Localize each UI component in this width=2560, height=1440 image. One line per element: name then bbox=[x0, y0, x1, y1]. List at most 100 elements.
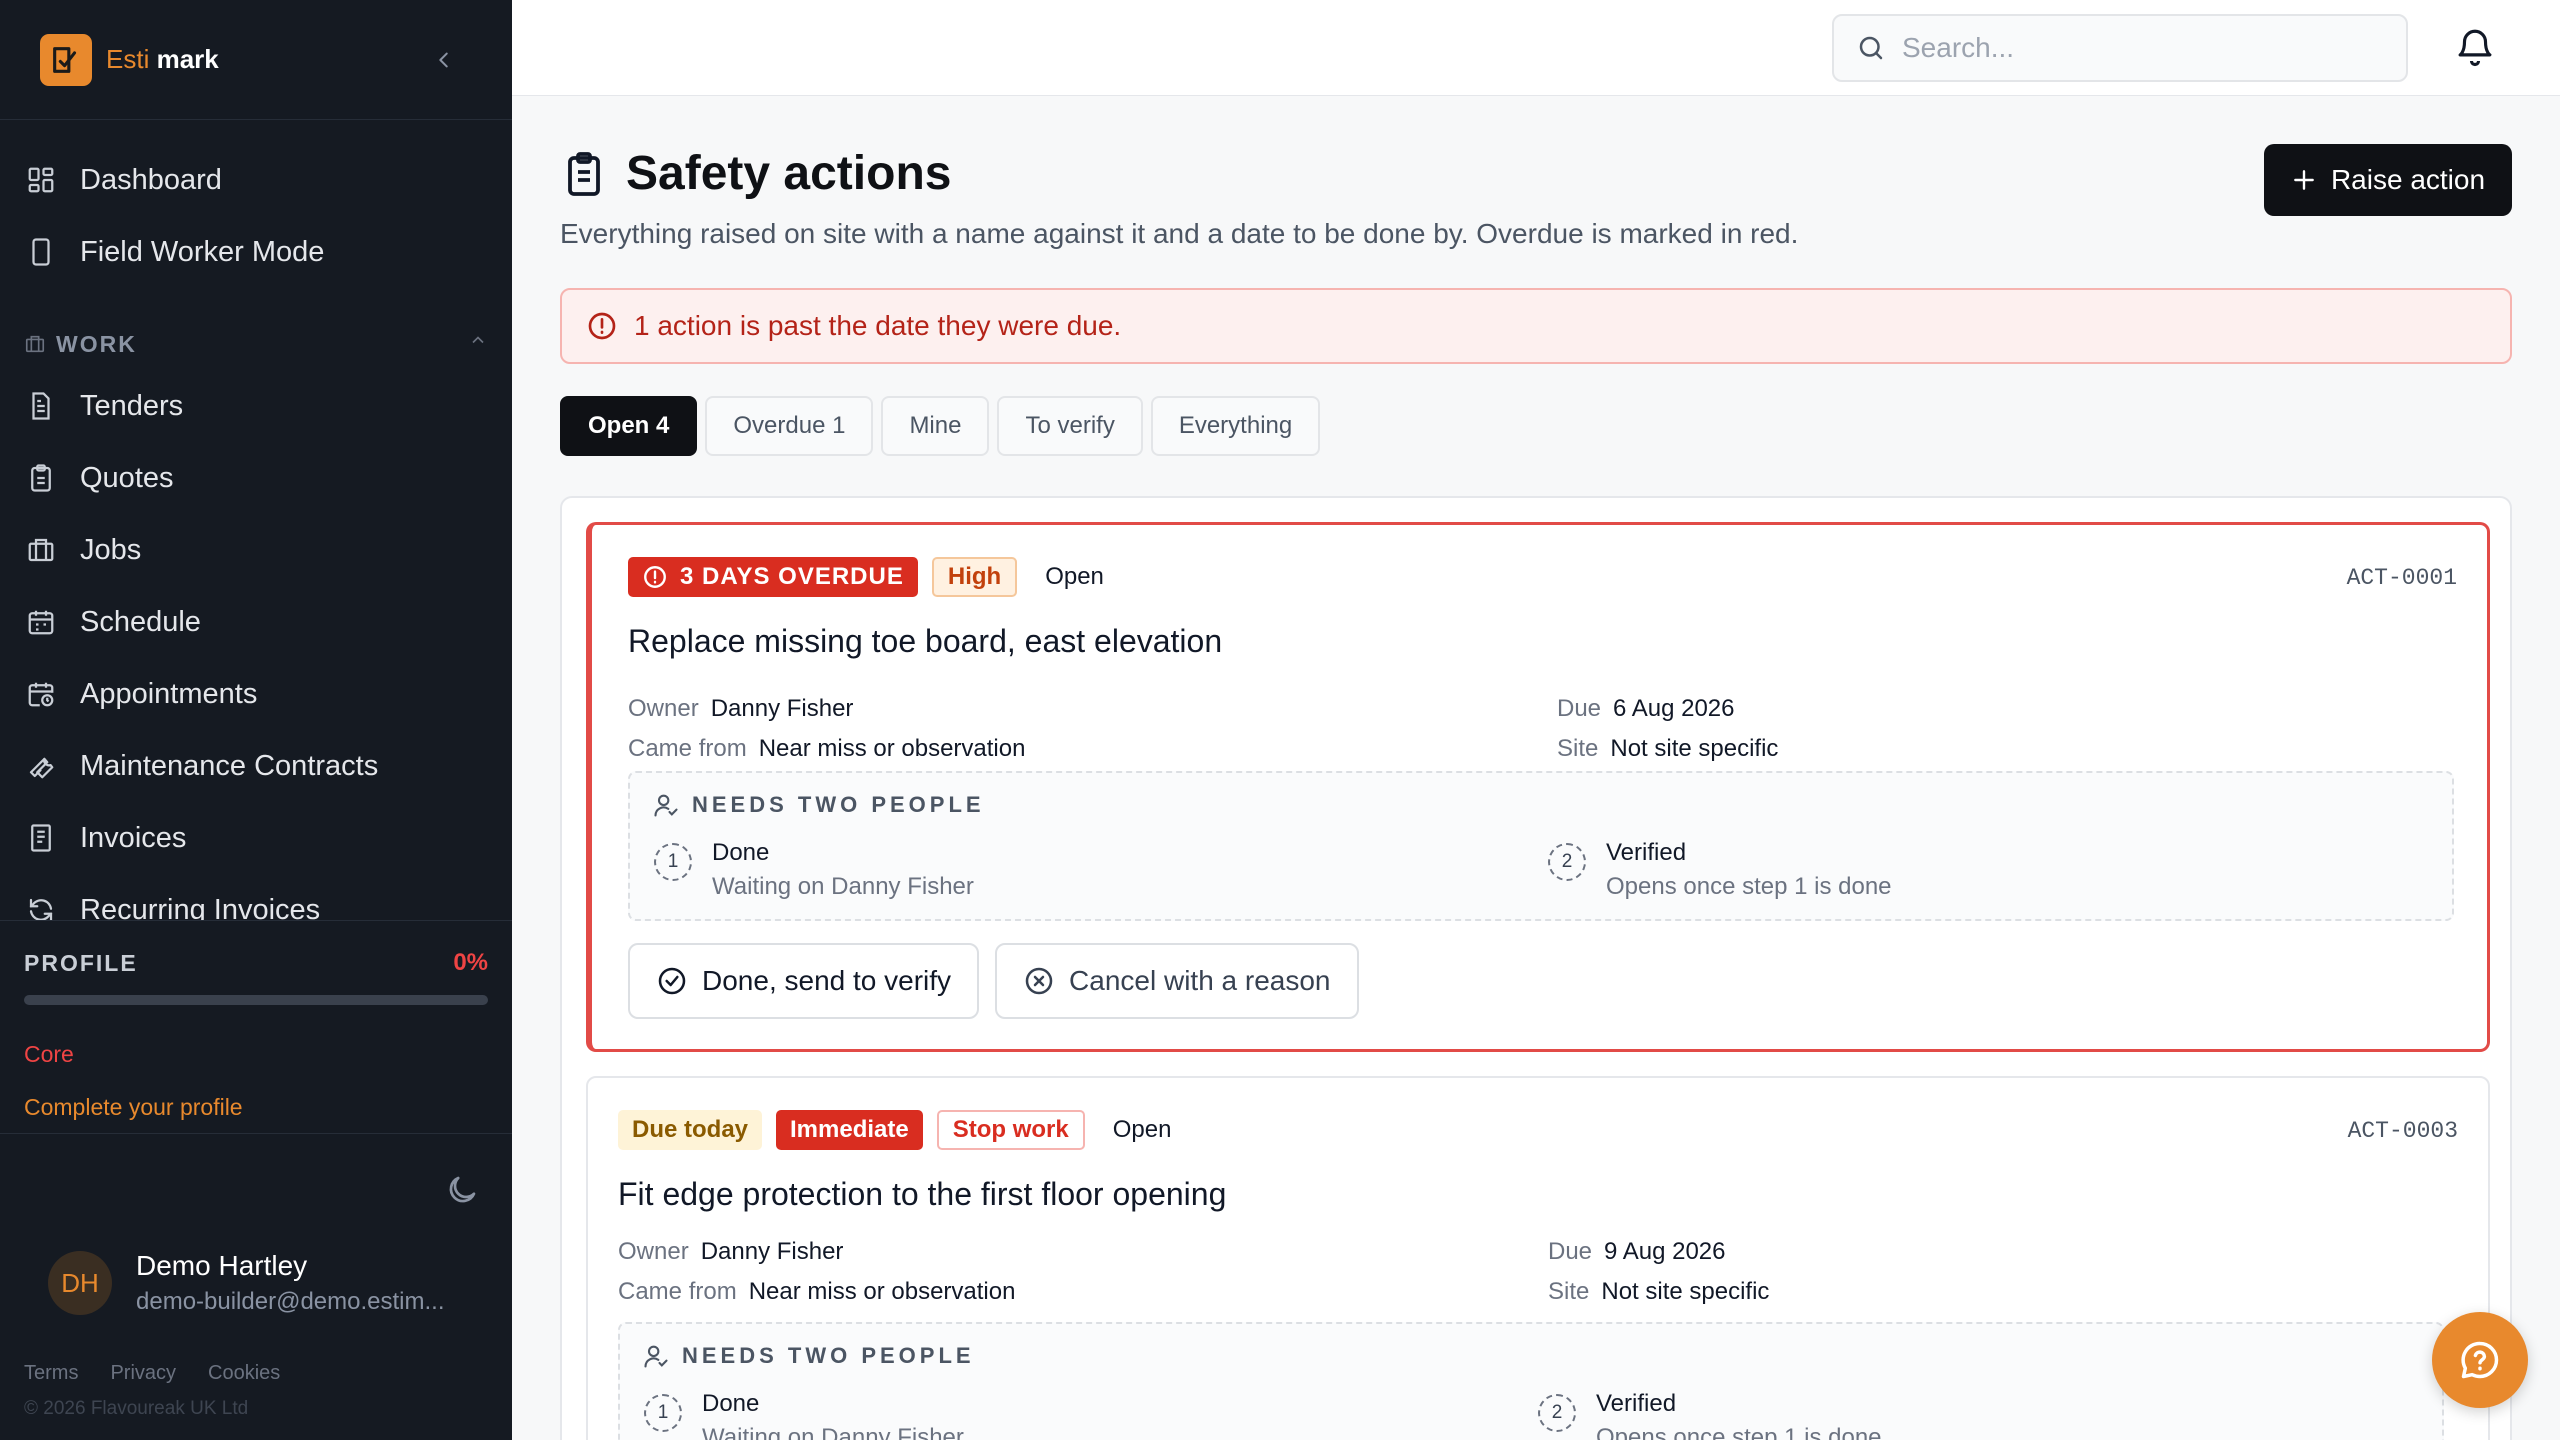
two-person-steps: NEEDS TWO PEOPLE 1 Done Waiting on Danny… bbox=[618, 1322, 2444, 1440]
sidebar-nav: Dashboard Field Worker Mode WORK Tenders… bbox=[0, 120, 512, 920]
sidebar-item-label: Recurring Invoices bbox=[80, 893, 321, 921]
sidebar-item-label: Invoices bbox=[80, 821, 187, 854]
plus-icon bbox=[2294, 170, 2314, 190]
brand-name: Esti mark bbox=[106, 44, 219, 74]
action-badges: Due today Immediate Stop work Open bbox=[618, 1110, 1171, 1150]
briefcase-icon bbox=[24, 533, 58, 567]
action-title[interactable]: Fit edge protection to the first floor o… bbox=[618, 1176, 1226, 1213]
sidebar-item-label: Tenders bbox=[80, 389, 184, 422]
page-subtitle: Everything raised on site with a name ag… bbox=[560, 218, 1799, 249]
sidebar-item-schedule[interactable]: Schedule bbox=[24, 594, 494, 650]
sidebar-item-dashboard[interactable]: Dashboard bbox=[24, 152, 494, 208]
user-check-icon bbox=[654, 794, 678, 817]
overdue-badge: 3 DAYS OVERDUE bbox=[628, 557, 918, 597]
due-field: Due 9 Aug 2026 bbox=[1548, 1238, 1726, 1265]
topbar bbox=[512, 0, 2560, 96]
user-check-icon bbox=[644, 1345, 668, 1368]
group-label: WORK bbox=[56, 330, 137, 357]
sidebar-item-tenders[interactable]: Tenders bbox=[24, 378, 494, 434]
due-today-badge: Due today bbox=[618, 1110, 763, 1150]
filter-tabs: Open 4 Overdue 1 Mine To verify Everythi… bbox=[560, 396, 1321, 456]
chevron-up-icon bbox=[472, 336, 484, 344]
cookies-link[interactable]: Cookies bbox=[208, 1362, 280, 1385]
action-card: Due today Immediate Stop work Open ACT-0… bbox=[586, 1076, 2490, 1440]
help-chat-button[interactable] bbox=[2432, 1312, 2528, 1408]
user-email: demo-builder@demo.estim... bbox=[136, 1288, 445, 1315]
site-field: Site Not site specific bbox=[1548, 1278, 1770, 1305]
sidebar-item-field-worker-mode[interactable]: Field Worker Mode bbox=[24, 224, 494, 280]
alert-circle-icon bbox=[588, 312, 616, 340]
step-verified: 2 Verified Opens once step 1 is done bbox=[1548, 839, 1892, 901]
sidebar-item-label: Jobs bbox=[80, 533, 142, 566]
action-title[interactable]: Replace missing toe board, east elevatio… bbox=[628, 623, 1222, 660]
document-icon bbox=[24, 389, 58, 423]
status-text: Open bbox=[1112, 1116, 1172, 1143]
action-badges: 3 DAYS OVERDUE High Open bbox=[628, 557, 1104, 597]
phone-icon bbox=[24, 235, 58, 269]
raise-action-label: Raise action bbox=[2330, 164, 2486, 195]
cancel-with-reason-button[interactable]: Cancel with a reason bbox=[995, 943, 1359, 1019]
copyright: © 2026 Flavoureak UK Ltd bbox=[24, 1398, 249, 1419]
sidebar-item-label: Quotes bbox=[80, 461, 174, 494]
complete-profile-link[interactable]: Complete your profile bbox=[24, 1094, 488, 1121]
step-done: 1 Done Waiting on Danny Fisher bbox=[644, 1390, 964, 1440]
step-verified: 2 Verified Opens once step 1 is done bbox=[1538, 1390, 1882, 1440]
search-box[interactable] bbox=[1832, 14, 2408, 82]
briefcase-icon bbox=[25, 335, 45, 353]
owner-field: Owner Danny Fisher bbox=[618, 1238, 844, 1265]
avatar: DH bbox=[48, 1251, 112, 1315]
sidebar-item-invoices[interactable]: Invoices bbox=[24, 810, 494, 866]
search-input[interactable] bbox=[1902, 32, 2382, 64]
tab-open[interactable]: Open 4 bbox=[560, 396, 698, 456]
alert-text: 1 action is past the date they were due. bbox=[634, 310, 1122, 341]
sidebar-item-label: Maintenance Contracts bbox=[80, 749, 379, 782]
search-icon bbox=[1859, 36, 1883, 60]
privacy-link[interactable]: Privacy bbox=[110, 1362, 176, 1385]
tab-everything[interactable]: Everything bbox=[1150, 396, 1321, 456]
receipt-icon bbox=[24, 821, 58, 855]
sidebar-item-appointments[interactable]: Appointments bbox=[24, 666, 494, 722]
theme-toggle-button[interactable] bbox=[444, 1172, 480, 1208]
x-circle-icon bbox=[1025, 967, 1053, 995]
sidebar-item-maintenance-contracts[interactable]: Maintenance Contracts bbox=[24, 738, 494, 794]
alert-circle-icon bbox=[644, 566, 666, 588]
profile-progress-bar bbox=[24, 995, 488, 1005]
page-title: Safety actions bbox=[626, 147, 952, 200]
sidebar-item-quotes[interactable]: Quotes bbox=[24, 450, 494, 506]
sidebar-item-label: Field Worker Mode bbox=[80, 235, 325, 268]
help-chat-icon bbox=[2461, 1341, 2499, 1379]
logo-icon bbox=[40, 33, 92, 86]
user-name: Demo Hartley bbox=[136, 1250, 308, 1281]
calendar-icon bbox=[24, 605, 58, 639]
action-card: 3 DAYS OVERDUE High Open ACT-0001 Replac… bbox=[586, 522, 2490, 1052]
profile-core-label: Core bbox=[24, 1041, 74, 1067]
action-id: ACT-0001 bbox=[2346, 565, 2457, 591]
terms-link[interactable]: Terms bbox=[24, 1362, 78, 1385]
refresh-icon bbox=[24, 893, 58, 920]
tab-to-verify[interactable]: To verify bbox=[997, 396, 1143, 456]
notifications-button[interactable] bbox=[2454, 26, 2498, 70]
owner-field: Owner Danny Fisher bbox=[628, 695, 854, 722]
sidebar-item-recurring-invoices[interactable]: Recurring Invoices bbox=[24, 882, 494, 920]
due-field: Due 6 Aug 2026 bbox=[1557, 695, 1735, 722]
raise-action-button[interactable]: Raise action bbox=[2264, 144, 2512, 216]
sidebar: Esti mark Dashboard Field Worker Mode WO… bbox=[0, 0, 512, 1440]
actions-list: 3 DAYS OVERDUE High Open ACT-0001 Replac… bbox=[560, 496, 2512, 1440]
tab-overdue[interactable]: Overdue 1 bbox=[705, 396, 874, 456]
done-send-to-verify-button[interactable]: Done, send to verify bbox=[628, 943, 980, 1019]
collapse-sidebar-button[interactable] bbox=[428, 44, 460, 76]
user-menu[interactable]: DH Demo Hartley demo-builder@demo.estim.… bbox=[48, 1250, 444, 1316]
wrench-icon bbox=[24, 749, 58, 783]
footer-links: Terms Privacy Cookies bbox=[24, 1362, 280, 1385]
tab-mine[interactable]: Mine bbox=[881, 396, 990, 456]
profile-completion: PROFILE 0% Core Complete your profile bbox=[0, 920, 512, 1134]
sidebar-item-jobs[interactable]: Jobs bbox=[24, 522, 494, 578]
overdue-alert: 1 action is past the date they were due. bbox=[560, 288, 2512, 364]
sidebar-item-label: Appointments bbox=[80, 677, 258, 710]
sidebar-item-label: Dashboard bbox=[80, 163, 222, 196]
work-group-toggle[interactable]: WORK bbox=[24, 326, 488, 362]
check-circle-icon bbox=[658, 967, 686, 995]
stop-work-badge: Stop work bbox=[936, 1110, 1085, 1150]
brand[interactable]: Esti mark bbox=[0, 0, 512, 120]
sidebar-item-label: Schedule bbox=[80, 605, 201, 638]
